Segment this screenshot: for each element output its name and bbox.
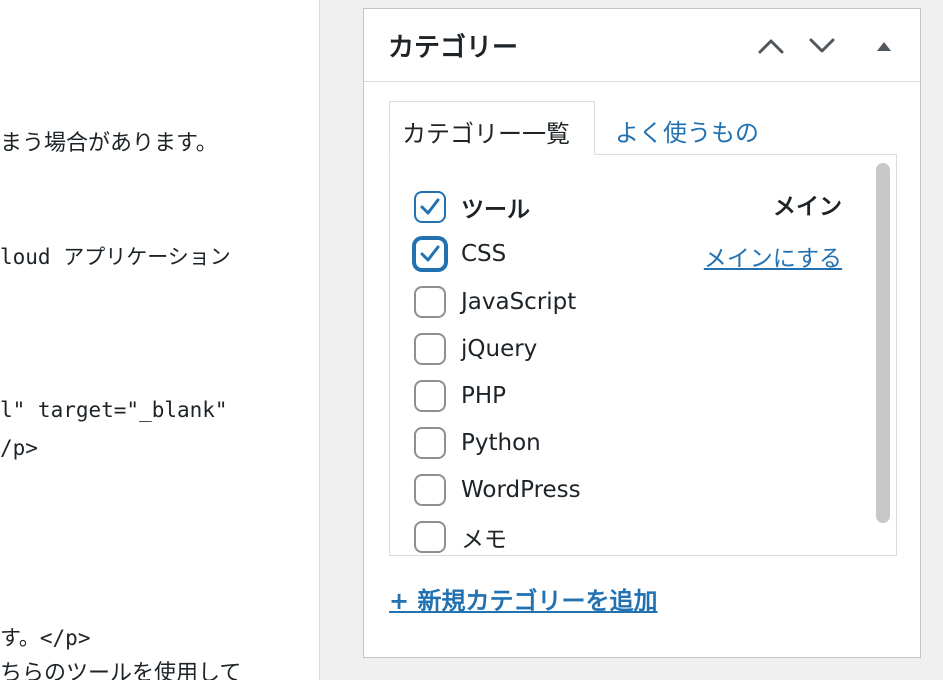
- category-checkbox[interactable]: [414, 238, 446, 270]
- toggle-panel-button[interactable]: [867, 31, 901, 61]
- checkmark-icon: [420, 245, 440, 262]
- post-editor[interactable]: まう場合があります。 loud アプリケーション l" target="_bla…: [0, 0, 320, 680]
- tab-all-categories[interactable]: カテゴリー一覧: [389, 101, 595, 155]
- category-checkbox[interactable]: [414, 427, 446, 459]
- scrollbar[interactable]: [876, 163, 890, 523]
- move-down-button[interactable]: [805, 31, 839, 61]
- panel-title: カテゴリー: [388, 33, 519, 63]
- category-label: WordPress: [461, 477, 581, 503]
- move-up-button[interactable]: [754, 31, 788, 61]
- list-item[interactable]: CSS: [414, 237, 506, 271]
- list-item[interactable]: JavaScript: [414, 285, 576, 319]
- list-item[interactable]: Python: [414, 426, 541, 460]
- editor-line: まう場合があります。: [0, 131, 218, 156]
- category-label: Python: [461, 430, 541, 456]
- editor-line: ちらのツールを使用して: [0, 661, 242, 680]
- editor-line: /p>: [0, 436, 38, 460]
- chevron-up-icon: [757, 37, 785, 55]
- category-checkbox[interactable]: [414, 380, 446, 412]
- category-label: JavaScript: [461, 289, 577, 315]
- make-primary-link[interactable]: メインにする: [704, 239, 842, 273]
- category-checklist[interactable]: ツール メイン CSS メインにする JavaScript jQuery PHP: [389, 154, 897, 556]
- editor-line: す。</p>: [0, 626, 91, 650]
- primary-category-label: メイン: [773, 194, 842, 220]
- category-label: CSS: [461, 241, 507, 267]
- category-checkbox[interactable]: [414, 521, 446, 553]
- category-checkbox[interactable]: [414, 191, 446, 223]
- chevron-down-icon: [808, 37, 836, 55]
- checkmark-icon: [420, 198, 440, 215]
- category-panel: カテゴリー カテゴリー一覧 よく使うもの ツール メイン CSS メインにする …: [363, 8, 921, 658]
- list-item[interactable]: ツール: [414, 190, 530, 224]
- panel-header: カテゴリー: [364, 9, 920, 82]
- category-label: メモ: [461, 527, 507, 553]
- category-label: ツール: [461, 197, 530, 223]
- list-item[interactable]: WordPress: [414, 473, 581, 507]
- list-item[interactable]: jQuery: [414, 332, 537, 366]
- list-item[interactable]: メモ: [414, 520, 507, 554]
- category-label: jQuery: [461, 336, 538, 362]
- tab-most-used[interactable]: よく使うもの: [615, 113, 759, 148]
- triangle-up-icon: [876, 40, 892, 52]
- editor-line: l" target="_blank": [0, 398, 228, 422]
- add-new-category-link[interactable]: + 新規カテゴリーを追加: [389, 581, 657, 616]
- editor-line: loud アプリケーション: [0, 245, 231, 269]
- category-label: PHP: [461, 383, 507, 409]
- category-checkbox[interactable]: [414, 333, 446, 365]
- category-checkbox[interactable]: [414, 286, 446, 318]
- list-item[interactable]: PHP: [414, 379, 506, 413]
- category-checkbox[interactable]: [414, 474, 446, 506]
